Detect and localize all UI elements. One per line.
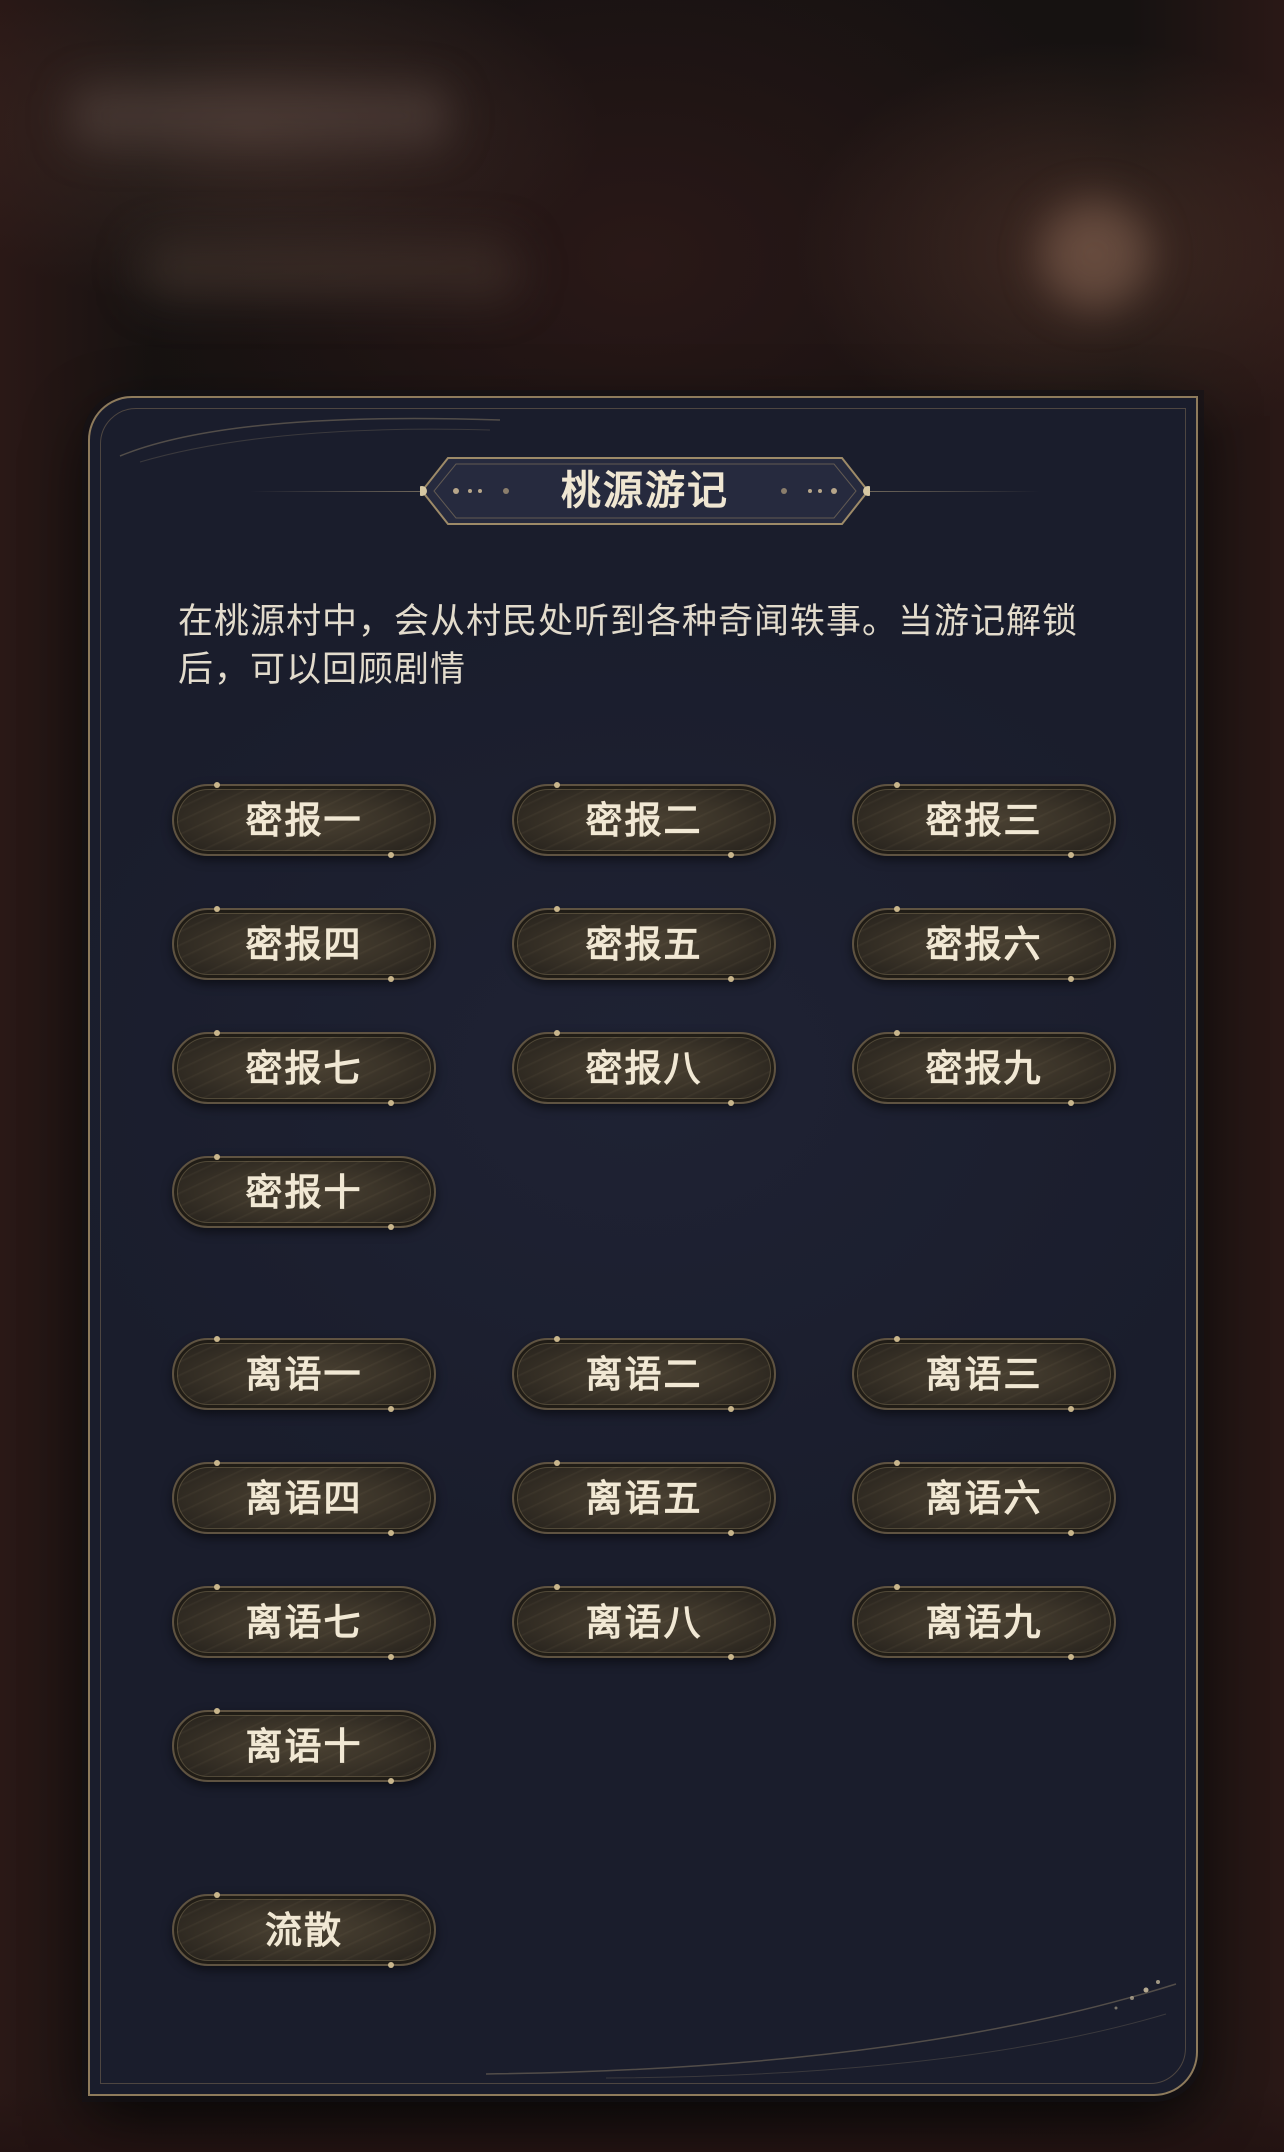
liyu-button-9[interactable]: 离语九 [852,1584,1116,1660]
blurred-background-title [70,85,450,147]
title-plate: 桃源游记 [420,456,870,526]
mibao-button-9[interactable]: 密报九 [852,1030,1116,1106]
panel-swirl-ornament-bottom [486,1980,1177,2079]
liyu-button-10[interactable]: 离语十 [172,1708,436,1784]
mibao-button-4[interactable]: 密报四 [172,906,436,982]
mibao-button-5[interactable]: 密报五 [512,906,776,982]
liyu-button-3[interactable]: 离语三 [852,1336,1116,1412]
liusan-button[interactable]: 流散 [172,1892,436,1968]
panel-title: 桃源游记 [561,467,729,514]
mibao-button-1[interactable]: 密报一 [172,782,436,858]
panel-header: 桃源游记 [90,456,1196,528]
liyu-button-8[interactable]: 离语八 [512,1584,776,1660]
liyu-button-1[interactable]: 离语一 [172,1336,436,1412]
liyu-button-5[interactable]: 离语五 [512,1460,776,1536]
mibao-button-10[interactable]: 密报十 [172,1154,436,1230]
mibao-button-2[interactable]: 密报二 [512,782,776,858]
mibao-button-7[interactable]: 密报七 [172,1030,436,1106]
blurred-background-text [140,240,520,300]
story-log-panel: 桃源游记 在桃源村中，会从村民处听到各种奇闻轶事。当游记解锁后，可以回顾剧情 密… [88,396,1198,2096]
liyu-button-7[interactable]: 离语七 [172,1584,436,1660]
blurred-background-icon [1040,200,1150,310]
liyu-button-6[interactable]: 离语六 [852,1460,1116,1536]
liyu-button-2[interactable]: 离语二 [512,1336,776,1412]
mibao-button-3[interactable]: 密报三 [852,782,1116,858]
background-bottom-edge [0,2090,1284,2152]
mibao-button-6[interactable]: 密报六 [852,906,1116,982]
liyu-button-4[interactable]: 离语四 [172,1460,436,1536]
mibao-button-8[interactable]: 密报八 [512,1030,776,1106]
panel-description: 在桃源村中，会从村民处听到各种奇闻轶事。当游记解锁后，可以回顾剧情 [178,602,1079,690]
